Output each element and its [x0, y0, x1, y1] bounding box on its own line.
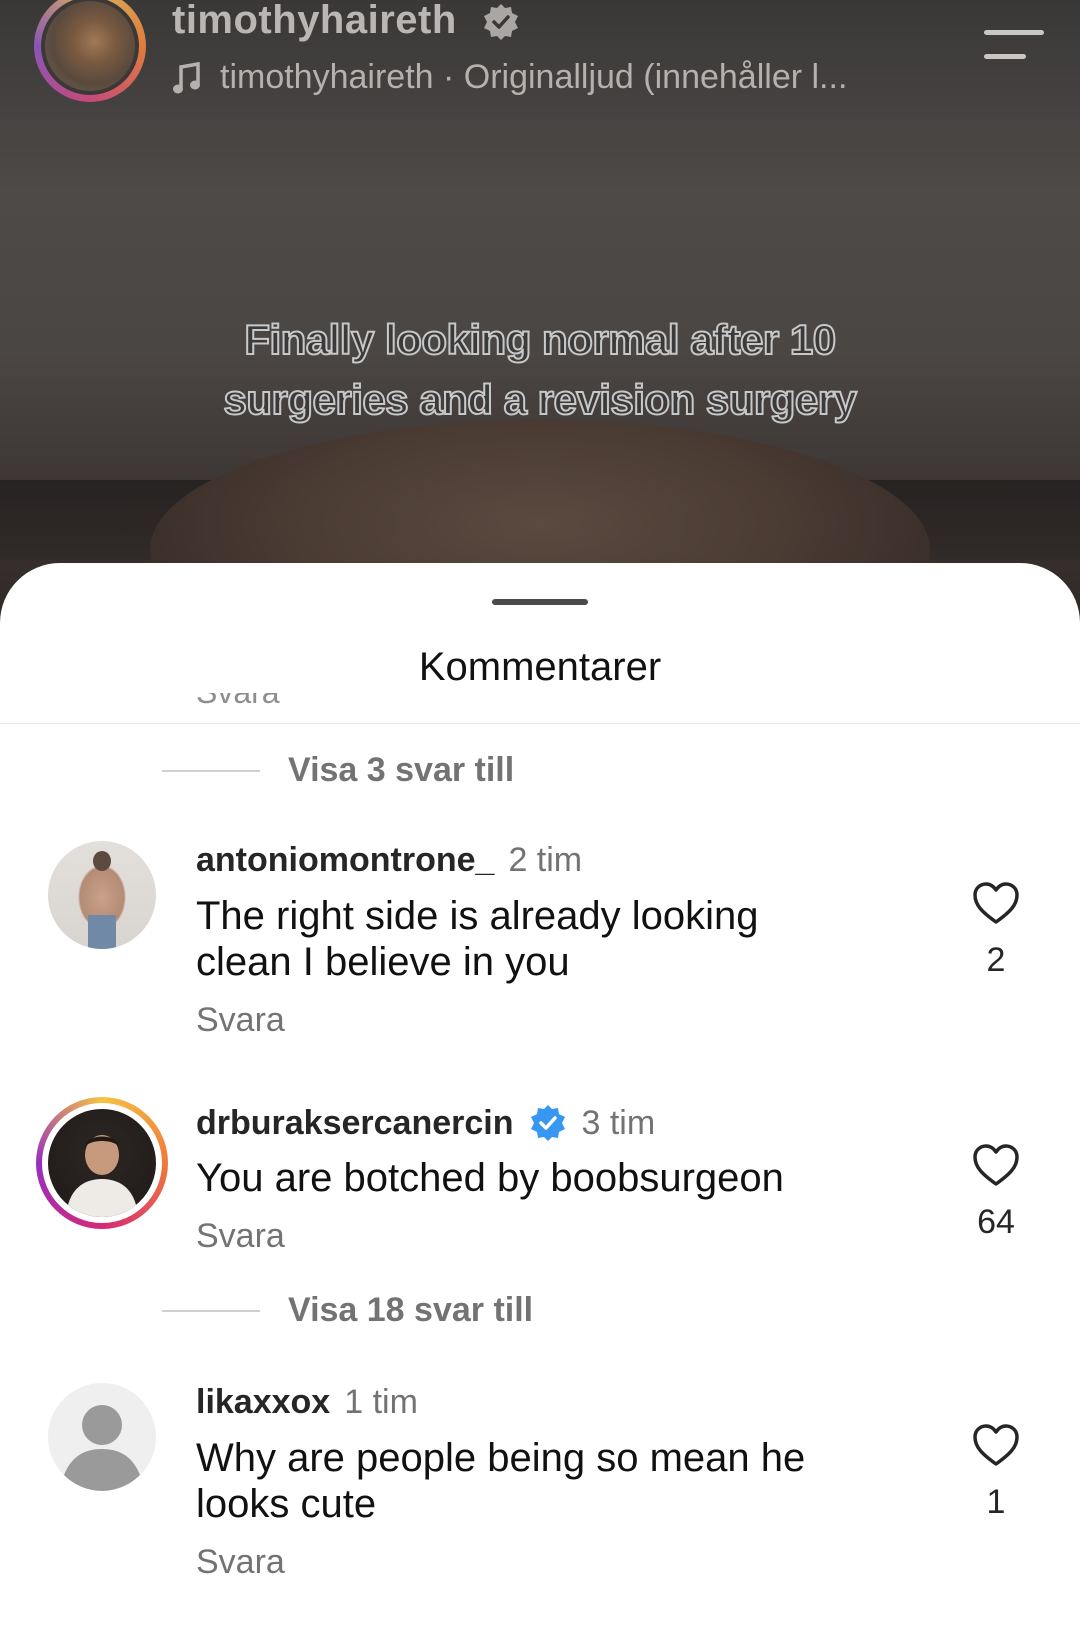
comment-time: 2 tim [508, 841, 583, 879]
heart-icon[interactable] [972, 881, 1020, 925]
comment-text: The right side is already looking clean … [196, 893, 876, 985]
comment-meta: likaxxox 1 tim [196, 1383, 418, 1422]
reply-button[interactable]: Svara [196, 1001, 285, 1040]
avatar[interactable] [48, 1383, 156, 1491]
like-count: 2 [986, 941, 1006, 979]
video-caption-line: Finally looking normal after 10 [243, 315, 837, 364]
comment-meta: drburaksercanercin 3 tim [196, 1103, 655, 1143]
comment-time: 1 tim [344, 1383, 418, 1421]
avatar-photo [88, 851, 116, 949]
avatar[interactable] [48, 841, 156, 949]
avatar-story-ring[interactable] [36, 1097, 168, 1229]
replies-line [162, 769, 260, 772]
drag-handle[interactable] [492, 599, 588, 605]
comment-text: Why are people being so mean he looks cu… [196, 1435, 916, 1527]
comment-meta: antoniomontrone_ 2 tim [196, 841, 582, 880]
default-avatar-icon [64, 1405, 140, 1491]
reply-button[interactable]: Svara [196, 1217, 285, 1256]
replies-line [162, 1309, 260, 1312]
video-caption-line: surgeries and a revision surgery [223, 375, 858, 424]
avatar-photo [48, 1109, 156, 1217]
heart-icon[interactable] [972, 1143, 1020, 1187]
show-more-label: Visa 3 svar till [288, 751, 515, 789]
header-divider [0, 723, 1080, 724]
comment-time: 3 tim [581, 1103, 656, 1142]
comment-text-line: clean I believe in you [196, 940, 570, 984]
show-more-label: Visa 18 svar till [288, 1291, 534, 1329]
comment-text-line: Why are people being so mean he [196, 1436, 806, 1480]
comment-text-line: The right side is already looking [196, 894, 759, 938]
comment-username[interactable]: antoniomontrone_ [196, 841, 494, 880]
audio-row[interactable]: timothyhaireth · Originalljud (innehålle… [172, 58, 847, 97]
heart-icon[interactable] [972, 1423, 1020, 1467]
reply-button[interactable]: Svara [196, 1543, 285, 1582]
comment-text-line: looks cute [196, 1482, 377, 1526]
show-more-replies-button[interactable]: Visa 18 svar till [162, 1291, 533, 1330]
comment-username[interactable]: drburaksercanercin [196, 1104, 514, 1143]
show-more-replies-button[interactable]: Visa 3 svar till [162, 751, 514, 790]
comment-text-line: You are botched by boobsurgeon [196, 1156, 784, 1200]
music-note-icon [173, 61, 200, 93]
menu-icon[interactable] [984, 30, 1044, 64]
cut-reply-label: Svara [196, 693, 280, 723]
comments-sheet: Kommentarer Svara Visa 3 svar till anton… [0, 563, 1080, 1634]
author-avatar-photo [45, 1, 135, 91]
sheet-title: Kommentarer [418, 645, 662, 689]
audio-label: timothyhaireth · Originalljud (innehålle… [220, 58, 848, 96]
author-username[interactable]: timothyhaireth [172, 0, 457, 43]
avatar-figure [66, 1135, 138, 1217]
comment-text: You are botched by boobsurgeon [196, 1155, 916, 1201]
cut-reply-text: Svara [196, 693, 280, 708]
like-count: 64 [977, 1203, 1015, 1241]
verified-badge-icon [484, 4, 518, 40]
like-count: 1 [986, 1483, 1006, 1521]
video-caption: Finally looking normal after 10 surgerie… [150, 310, 930, 430]
verified-badge-icon [530, 1105, 565, 1141]
comment-username[interactable]: likaxxox [196, 1383, 330, 1422]
